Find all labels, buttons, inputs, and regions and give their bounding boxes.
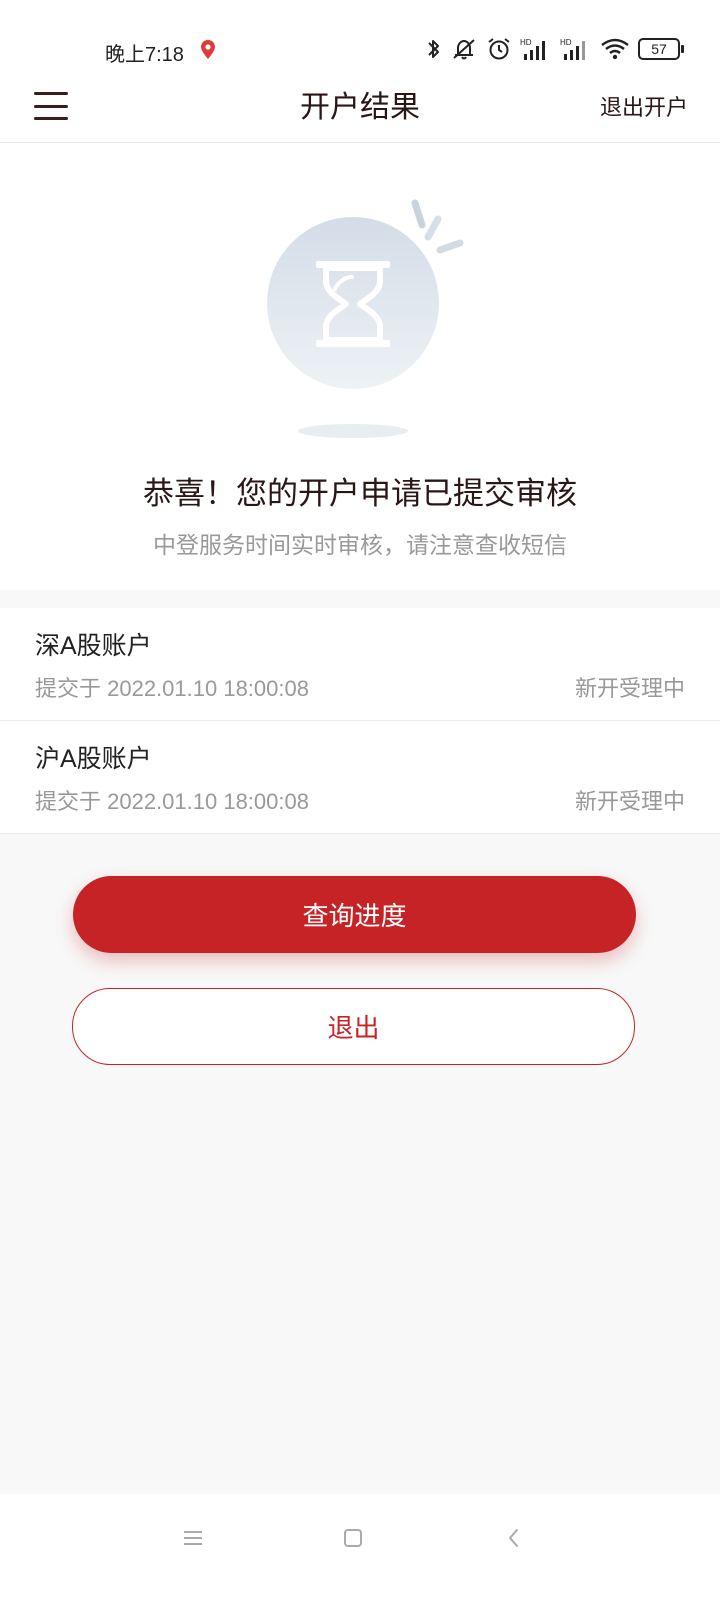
list-item: 沪A股账户 提交于 2022.01.10 18:00:08 新开受理中 [0,721,720,834]
result-panel: 恭喜！您的开户申请已提交审核 中登服务时间实时审核，请注意查收短信 [0,143,720,590]
exit-account-opening-link[interactable]: 退出开户 [600,90,688,122]
account-list: 深A股账户 提交于 2022.01.10 18:00:08 新开受理中 沪A股账… [0,608,720,834]
mute-icon [450,37,478,61]
svg-text:HD: HD [560,38,572,47]
status-bar: 晚上7:18 HD HD 57 [0,0,720,74]
location-pin-icon [200,39,216,61]
account-name: 深A股账户 [35,632,152,660]
submit-time: 提交于 2022.01.10 18:00:08 [35,789,309,814]
system-nav-bar [0,1494,720,1600]
svg-text:HD: HD [520,38,532,47]
status-text: 新开受理中 [574,789,685,814]
result-title: 恭喜！您的开户申请已提交审核 [143,476,577,511]
hourglass-icon [267,199,464,438]
home-square-icon[interactable] [333,1518,373,1558]
battery-level: 57 [651,41,667,57]
battery-icon: 57 [638,38,684,60]
query-progress-button[interactable]: 查询进度 [73,876,636,953]
signal-hd-icon: HD [560,36,592,62]
signal-hd-icon: HD [520,36,552,62]
status-text: 新开受理中 [574,676,685,701]
status-icons: HD HD 57 [426,34,684,64]
account-name: 沪A股账户 [35,745,152,773]
status-time: 晚上7:18 [105,44,184,66]
app-header: 开户结果 退出开户 [0,74,720,143]
list-item: 深A股账户 提交于 2022.01.10 18:00:08 新开受理中 [0,608,720,721]
bluetooth-icon [426,37,442,61]
exit-button[interactable]: 退出 [72,988,635,1065]
menu-lines-icon[interactable] [173,1518,213,1558]
result-subtitle: 中登服务时间实时审核，请注意查收短信 [153,532,567,558]
submit-time: 提交于 2022.01.10 18:00:08 [35,676,309,701]
alarm-icon [486,36,512,62]
back-chevron-icon[interactable] [494,1518,534,1558]
wifi-icon [600,37,630,61]
